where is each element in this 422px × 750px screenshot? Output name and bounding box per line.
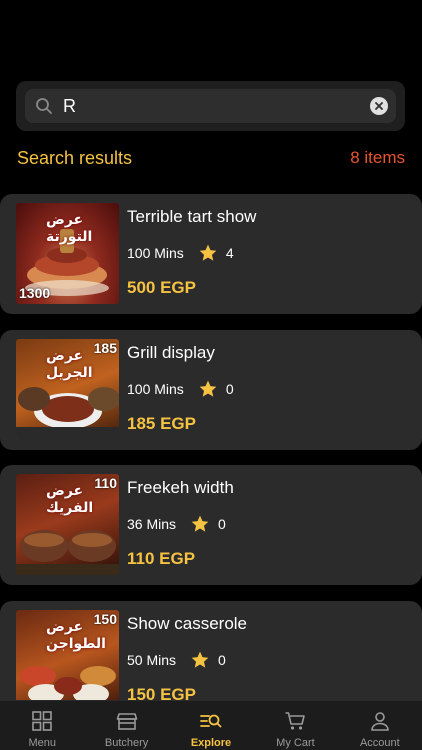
item-price: 110 EGP: [127, 549, 196, 568]
results-count: 8 items: [350, 148, 405, 167]
prep-time: 100 Mins: [127, 381, 184, 397]
tab-label: Menu: [28, 737, 56, 749]
item-name: Terrible tart show: [127, 207, 257, 226]
item-price: 500 EGP: [127, 278, 196, 297]
tab-explore[interactable]: Explore: [169, 701, 253, 750]
clear-search-icon[interactable]: [370, 97, 388, 115]
bottom-tab-bar: Menu Butchery Explore My Cart Account: [0, 700, 422, 750]
item-meta: 36 Mins 0: [127, 514, 226, 534]
prep-time: 36 Mins: [127, 516, 177, 532]
tab-label: Butchery: [104, 737, 149, 749]
thumb-price: 185: [93, 340, 117, 356]
search-bar: [16, 81, 405, 131]
item-name: Freekeh width: [127, 478, 234, 497]
item-price: 150 EGP: [127, 685, 196, 700]
tab-butchery[interactable]: Butchery: [84, 701, 168, 750]
search-field[interactable]: [25, 89, 396, 123]
item-meta: 100 Mins 0: [127, 379, 234, 399]
search-input[interactable]: [63, 89, 363, 123]
person-icon: [371, 712, 389, 731]
thumb-title: عرض التورتة: [46, 211, 93, 244]
star-icon: [199, 380, 217, 397]
cart-icon: [285, 712, 306, 730]
tab-label: Account: [359, 737, 400, 749]
thumb-price: 110: [94, 475, 117, 491]
item-name: Grill display: [127, 343, 215, 362]
grid-icon: [32, 711, 53, 731]
rating: 4: [225, 245, 234, 261]
tab-menu[interactable]: Menu: [0, 701, 84, 750]
prep-time: 50 Mins: [127, 652, 177, 668]
tab-cart[interactable]: My Cart: [253, 701, 337, 750]
tab-label: My Cart: [276, 737, 315, 749]
item-price: 185 EGP: [127, 414, 196, 433]
product-image: عرض الجريل 185: [16, 339, 119, 440]
product-image: عرض التورتة 1300: [16, 203, 119, 304]
product-image: عرض الطواجن 150: [16, 610, 119, 700]
product-image: عرض الفريك 110: [16, 474, 119, 575]
rating: 0: [225, 381, 234, 397]
list-item[interactable]: عرض الطواجن 150 Show casserole 50 Mins 0…: [0, 601, 422, 700]
search-icon: [36, 98, 52, 114]
rating: 0: [218, 652, 226, 668]
tab-account[interactable]: Account: [338, 701, 422, 750]
star-icon: [191, 515, 209, 532]
rating: 0: [218, 516, 226, 532]
search-results-title: Search results: [17, 148, 133, 168]
prep-time: 100 Mins: [127, 245, 184, 261]
thumb-price: 1300: [19, 285, 51, 301]
list-item[interactable]: عرض الجريل 185 Grill display 100 Mins 0 …: [0, 330, 422, 450]
results-list: عرض التورتة 1300 Terrible tart show 100 …: [0, 194, 422, 700]
shop-icon: [116, 713, 137, 730]
item-name: Show casserole: [127, 614, 248, 633]
thumb-price: 150: [93, 611, 117, 627]
star-icon: [199, 244, 217, 261]
item-meta: 100 Mins 4: [127, 243, 234, 263]
item-meta: 50 Mins 0: [127, 650, 226, 670]
list-item[interactable]: عرض الفريك 110 Freekeh width 36 Mins 0 1…: [0, 465, 422, 585]
star-icon: [191, 651, 209, 668]
explore-search-icon: [200, 714, 222, 728]
tab-label: Explore: [190, 737, 232, 749]
list-item[interactable]: عرض التورتة 1300 Terrible tart show 100 …: [0, 194, 422, 314]
